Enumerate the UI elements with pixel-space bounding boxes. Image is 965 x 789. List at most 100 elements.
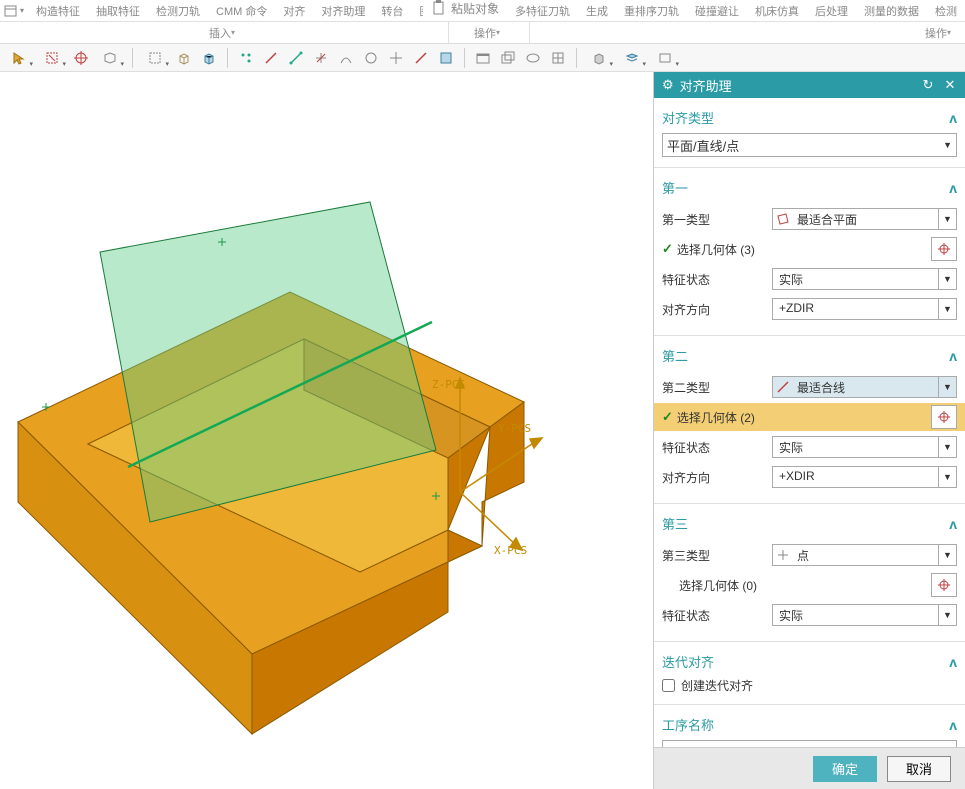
ribbon-group-label: 操作 (474, 22, 496, 44)
third-type-combo[interactable]: 点 ▼ (772, 544, 957, 566)
pick-geometry-button[interactable] (931, 405, 957, 429)
third-state-label: 特征状态 (662, 607, 766, 624)
ok-button[interactable]: 确定 (813, 756, 877, 782)
chevron-down-icon[interactable]: ▼ (938, 269, 956, 289)
section-third[interactable]: 第三ʌ (662, 510, 957, 539)
section-align-type[interactable]: 对齐类型ʌ (662, 104, 957, 133)
pointer-tool[interactable] (4, 47, 34, 69)
chevron-down-icon[interactable]: ▼ (938, 437, 956, 457)
ribbon-group-label: 操作 (925, 22, 947, 44)
cancel-button[interactable]: 取消 (887, 756, 951, 782)
second-state-combo[interactable]: 实际 ▼ (772, 436, 957, 458)
check-icon: ✓ (662, 241, 673, 257)
face-tool[interactable] (435, 47, 457, 69)
check-icon: ✓ (662, 409, 673, 425)
chevron-down-icon[interactable]: ▼ (938, 605, 956, 625)
chevron-up-icon: ʌ (949, 348, 957, 364)
first-type-label: 第一类型 (662, 211, 766, 228)
multi-window-tool[interactable] (497, 47, 519, 69)
second-dir-combo[interactable]: +XDIR ▼ (772, 466, 957, 488)
ribbon-tab[interactable]: 检测 (927, 0, 965, 21)
chevron-down-icon[interactable]: ▼ (943, 140, 952, 150)
point-icon (773, 545, 793, 565)
chevron-up-icon: ʌ (949, 516, 957, 532)
reset-icon[interactable]: ↻ (921, 77, 935, 93)
ribbon-tab[interactable]: 对齐助理 (313, 0, 373, 21)
align-type-combo[interactable]: 平面/直线/点 ▼ (662, 133, 957, 157)
ribbon-tab[interactable]: 构造特征 (28, 0, 88, 21)
ribbon-groups: 插入 操作 操作 (0, 22, 965, 44)
diag-tool[interactable] (410, 47, 432, 69)
expand-icon[interactable] (231, 29, 239, 37)
select-box-tool[interactable] (37, 47, 67, 69)
target-tool[interactable] (70, 47, 92, 69)
viewport-3d[interactable]: Z-PCS Y-PCS X-PCS (0, 72, 653, 789)
circle-tool[interactable] (360, 47, 382, 69)
render-tool[interactable] (584, 47, 614, 69)
panel-header: ⚙ 对齐助理 ↻ ✕ (654, 72, 965, 98)
section-operation-name[interactable]: 工序名称ʌ (662, 711, 957, 740)
arc-tool[interactable] (335, 47, 357, 69)
second-type-combo[interactable]: 最适合线 ▼ (772, 376, 957, 398)
ribbon-tab[interactable]: 转台 (373, 0, 411, 21)
chevron-down-icon[interactable]: ▼ (938, 377, 956, 397)
cross-tool[interactable] (385, 47, 407, 69)
first-state-combo[interactable]: 实际 ▼ (772, 268, 957, 290)
third-state-combo[interactable]: 实际 ▼ (772, 604, 957, 626)
chevron-down-icon[interactable]: ▼ (938, 209, 956, 229)
ribbon-tab[interactable]: CMM 命令 (208, 0, 275, 21)
expand-icon[interactable] (947, 29, 955, 37)
line-tool[interactable] (260, 47, 282, 69)
section-iterative[interactable]: 迭代对齐ʌ (662, 648, 957, 677)
ribbon-tab[interactable]: 图形报告 (411, 0, 423, 21)
create-iterative-checkbox[interactable]: 创建迭代对齐 (662, 677, 957, 694)
first-dir-combo[interactable]: +ZDIR ▼ (772, 298, 957, 320)
pick-geometry-button[interactable] (931, 573, 957, 597)
expand-icon[interactable] (496, 29, 504, 37)
ribbon-tab[interactable]: 生成 (578, 0, 616, 21)
point-tool[interactable] (235, 47, 257, 69)
paste-button[interactable]: 粘贴对象 (423, 0, 507, 21)
first-state-label: 特征状态 (662, 271, 766, 288)
section-first[interactable]: 第一ʌ (662, 174, 957, 203)
window-tool[interactable] (472, 47, 494, 69)
alignment-assistant-panel: ⚙ 对齐助理 ↻ ✕ 对齐类型ʌ 平面/直线/点 ▼ 第一ʌ (653, 72, 965, 789)
ribbon-tab[interactable]: 抽取特征 (88, 0, 148, 21)
chevron-up-icon: ʌ (949, 654, 957, 670)
ribbon-tab[interactable]: 测量的数据 (856, 0, 927, 21)
chevron-up-icon: ʌ (949, 180, 957, 196)
ellipse-tool[interactable] (522, 47, 544, 69)
ribbon-tab[interactable]: 后处理 (807, 0, 856, 21)
chevron-down-icon[interactable]: ▼ (938, 545, 956, 565)
ribbon-tab[interactable]: 对齐 (275, 0, 313, 21)
ribbon-tab[interactable]: 重排序刀轨 (616, 0, 687, 21)
region-tool[interactable] (95, 47, 125, 69)
ribbon-tab[interactable]: 检测刀轨 (148, 0, 208, 21)
first-type-combo[interactable]: 最适合平面 ▼ (772, 208, 957, 230)
panel-footer: 确定 取消 (654, 747, 965, 789)
ribbon-tab[interactable]: 多特征刀轨 (507, 0, 578, 21)
close-icon[interactable]: ✕ (943, 77, 957, 93)
pick-geometry-button[interactable] (931, 237, 957, 261)
box-tool[interactable] (140, 47, 170, 69)
layer-tool[interactable] (617, 47, 647, 69)
section-second[interactable]: 第二ʌ (662, 342, 957, 371)
shaded-cube-tool[interactable] (198, 47, 220, 69)
ribbon-tab[interactable]: 机床仿真 (747, 0, 807, 21)
second-state-label: 特征状态 (662, 439, 766, 456)
ribbon-tab[interactable]: 碰撞避让 (687, 0, 747, 21)
axis-tool[interactable] (310, 47, 332, 69)
cube-tool[interactable] (173, 47, 195, 69)
view-tool[interactable] (650, 47, 680, 69)
operation-name-input[interactable] (662, 740, 957, 747)
second-select-label: 选择几何体 (2) (677, 409, 931, 426)
grid-tool[interactable] (547, 47, 569, 69)
edge-tool[interactable] (285, 47, 307, 69)
chevron-up-icon: ʌ (949, 110, 957, 126)
axis-z-label: Z-PCS (432, 378, 465, 391)
line-icon (773, 377, 793, 397)
chevron-down-icon[interactable]: ▼ (938, 467, 956, 487)
ribbon-tabs: ▾ 构造特征 抽取特征 检测刀轨 CMM 命令 对齐 对齐助理 转台 图形报告 … (0, 0, 965, 22)
first-dir-label: 对齐方向 (662, 301, 766, 318)
chevron-down-icon[interactable]: ▼ (938, 299, 956, 319)
